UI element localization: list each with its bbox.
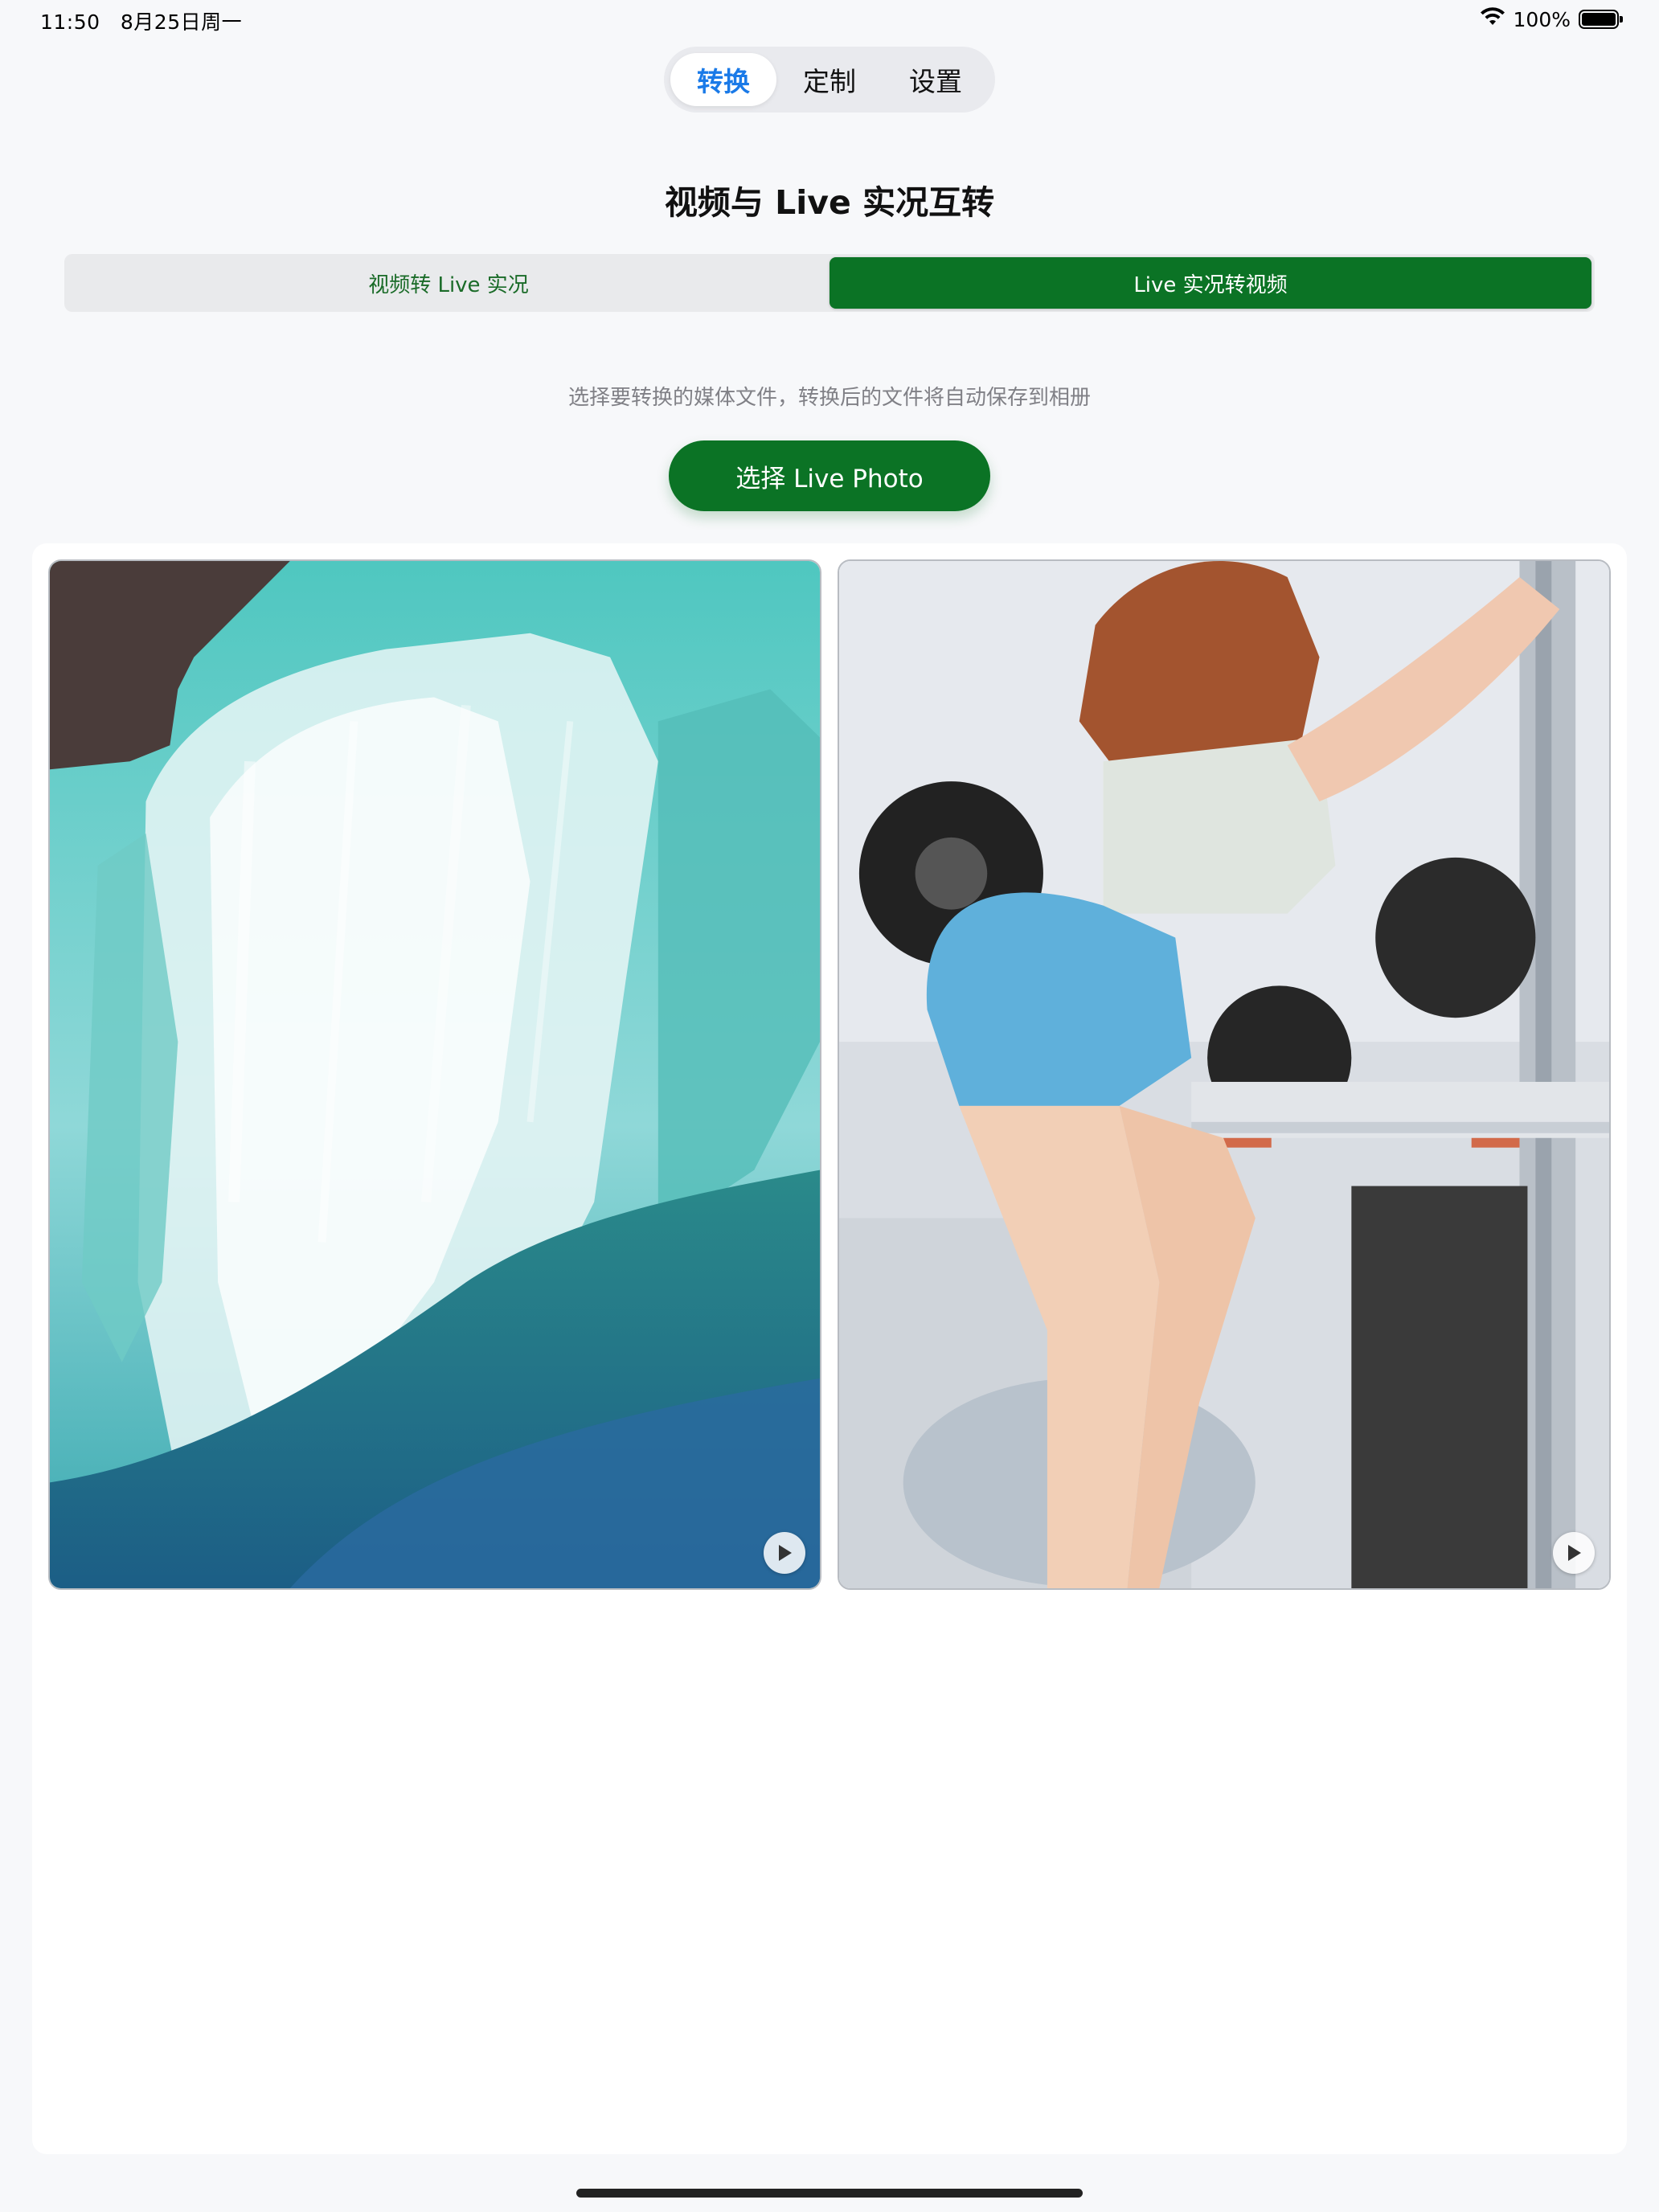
media-grid-panel xyxy=(32,543,1627,2154)
waterfall-thumbnail xyxy=(50,561,820,1588)
media-item-gym[interactable] xyxy=(838,559,1611,1590)
select-live-photo-button[interactable]: 选择 Live Photo xyxy=(669,440,990,511)
mode-segmented-control: 视频转 Live 实况 Live 实况转视频 xyxy=(64,254,1595,312)
instruction-text: 选择要转换的媒体文件，转换后的文件将自动保存到相册 xyxy=(567,386,1091,410)
page-title: 视频与 Live 实况互转 xyxy=(664,183,995,222)
main-tab-bar: 转换 定制 设置 xyxy=(664,47,995,113)
status-date: 8月25日周一 xyxy=(120,10,243,34)
tab-customize[interactable]: 定制 xyxy=(776,53,883,106)
home-indicator[interactable] xyxy=(576,2189,1083,2198)
play-icon[interactable] xyxy=(764,1532,805,1574)
status-indicators: 100% xyxy=(1480,5,1623,34)
gym-thumbnail xyxy=(839,561,1609,1588)
status-clock: 11:50 8月25日周一 xyxy=(40,6,242,35)
battery-percent: 100% xyxy=(1513,7,1571,31)
status-time: 11:50 xyxy=(40,10,100,34)
wifi-icon xyxy=(1480,7,1505,31)
status-bar: 11:50 8月25日周一 100% xyxy=(0,0,1659,40)
tab-convert[interactable]: 转换 xyxy=(670,53,776,106)
mode-video-to-live[interactable]: 视频转 Live 实况 xyxy=(68,257,830,309)
mode-live-to-video[interactable]: Live 实况转视频 xyxy=(830,257,1591,309)
play-icon[interactable] xyxy=(1553,1532,1595,1574)
media-item-waterfall[interactable] xyxy=(48,559,821,1590)
battery-icon xyxy=(1579,10,1623,29)
tab-settings[interactable]: 设置 xyxy=(883,53,989,106)
